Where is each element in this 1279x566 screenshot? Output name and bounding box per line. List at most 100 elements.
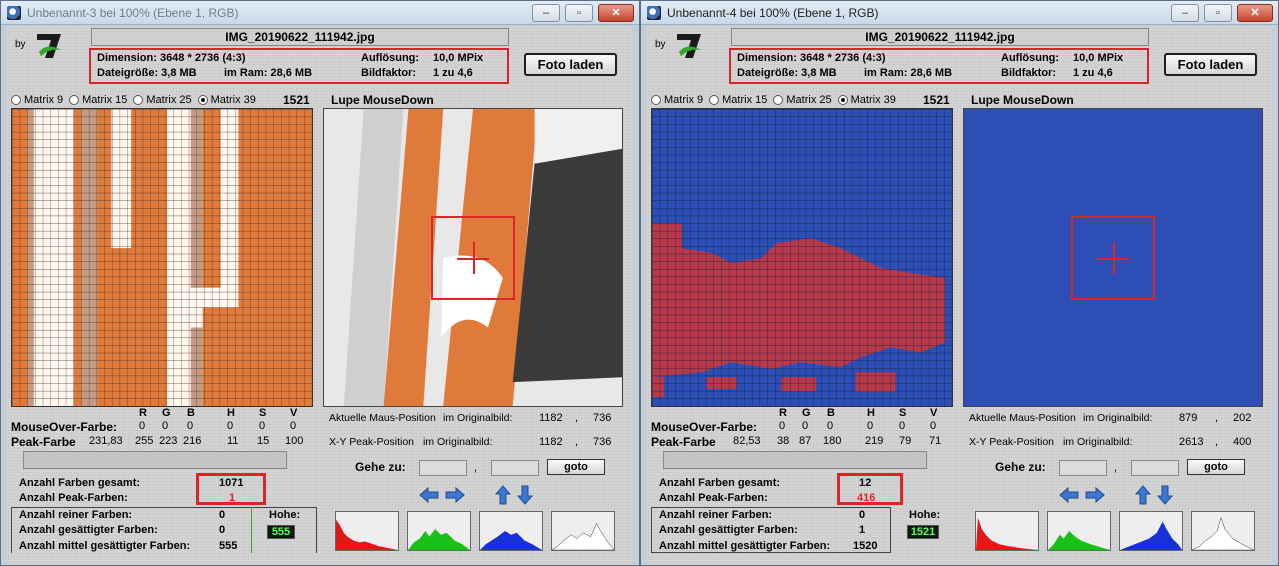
header-h: H [867, 407, 875, 419]
mouse-x: 879 [1179, 412, 1198, 424]
peak-r: 255 [135, 435, 154, 447]
matrix-radio-group: Matrix 9 Matrix 15 Matrix 25 Matrix 39 [651, 94, 896, 106]
dimension-text: Dimension: 3648 * 2736 (4:3) [737, 52, 886, 64]
radio-label: Matrix 25 [146, 94, 192, 106]
radio-matrix-39[interactable]: Matrix 39 [197, 94, 256, 106]
filesize-text: Dateigröße: 3,8 MB [97, 67, 197, 79]
peak-position-label: X-Y Peak-Position [329, 436, 415, 448]
original-label: im Originalbild: [1063, 436, 1133, 448]
medium-colors-label: Anzahl mittel gesättigter Farben: [19, 540, 191, 552]
ram-text: im Ram: 28,6 MB [864, 67, 953, 79]
arrow-left-icon[interactable] [419, 487, 439, 503]
radio-matrix-39[interactable]: Matrix 39 [837, 94, 896, 106]
minimize-button[interactable]: – [532, 4, 560, 22]
arrow-right-icon[interactable] [445, 487, 465, 503]
histogram-luminance [551, 511, 615, 551]
goto-x-input[interactable] [1059, 460, 1107, 476]
header-g: G [162, 407, 171, 419]
goto-button[interactable]: goto [547, 459, 605, 475]
original-label: im Originalbild: [443, 412, 513, 424]
header-h: H [227, 407, 235, 419]
hoehe-value: 555 [267, 525, 295, 539]
goto-label: Gehe zu: [995, 460, 1046, 474]
goto-y-input[interactable] [1131, 460, 1179, 476]
radio-matrix-25[interactable]: Matrix 25 [773, 94, 832, 106]
maximize-button[interactable]: ▫ [565, 4, 593, 22]
header-s: S [899, 407, 907, 419]
mouse-position-label: Aktuelle Maus-Position [969, 412, 1076, 424]
saturated-colors-label: Anzahl gesättigter Farben: [659, 524, 798, 536]
close-button[interactable]: ✕ [598, 4, 634, 22]
maximize-button[interactable]: ▫ [1204, 4, 1232, 22]
total-colors-value: 1071 [219, 477, 244, 489]
title-bar[interactable]: Unbenannt-4 bei 100% (Ebene 1, RGB) – ▫ … [641, 1, 1278, 25]
saturated-colors-value: 0 [219, 524, 226, 536]
title-bar[interactable]: Unbenannt-3 bei 100% (Ebene 1, RGB) – ▫ … [1, 1, 639, 25]
total-colors-label: Anzahl Farben gesamt: [19, 477, 141, 489]
comma: , [1114, 462, 1118, 474]
goto-x-input[interactable] [419, 460, 467, 476]
mouseover-g: 0 [162, 420, 169, 432]
arrow-right-icon[interactable] [1085, 487, 1105, 503]
comma: , [1215, 412, 1219, 424]
peak-y: 400 [1233, 436, 1252, 448]
image-info-box: Dimension: 3648 * 2736 (4:3) Auflösung: … [89, 48, 509, 84]
mouseover-s: 0 [259, 420, 266, 432]
color-matrix-grid[interactable] [11, 108, 313, 407]
arrow-down-icon[interactable] [517, 485, 533, 505]
arrow-up-icon[interactable] [1135, 485, 1151, 505]
peak-x: 2613 [1179, 436, 1204, 448]
peak-v: 71 [929, 435, 942, 447]
close-button[interactable]: ✕ [1237, 4, 1273, 22]
histogram-red [335, 511, 399, 551]
pure-colors-value: 0 [219, 509, 226, 521]
resolution-value: 10,0 MPix [1073, 52, 1124, 64]
comma: , [474, 462, 478, 474]
arrow-up-icon[interactable] [495, 485, 511, 505]
window-left: Unbenannt-3 bei 100% (Ebene 1, RGB) – ▫ … [0, 0, 640, 566]
goto-y-input[interactable] [491, 460, 539, 476]
header-r: R [779, 407, 787, 419]
pure-colors-label: Anzahl reiner Farben: [659, 509, 773, 521]
matrix-count: 1521 [923, 93, 950, 107]
header-b: B [827, 407, 835, 419]
total-colors-label: Anzahl Farben gesamt: [659, 477, 781, 489]
mouseover-r: 0 [139, 420, 146, 432]
original-label: im Originalbild: [1083, 412, 1153, 424]
loupe-crosshair [431, 216, 515, 300]
image-info-box: Dimension: 3648 * 2736 (4:3) Auflösung: … [729, 48, 1149, 84]
goto-button[interactable]: goto [1187, 459, 1245, 475]
radio-icon [133, 95, 144, 105]
radio-matrix-15[interactable]: Matrix 15 [709, 94, 767, 106]
load-photo-button[interactable]: Foto laden [1164, 53, 1257, 76]
by-label: by [15, 39, 26, 50]
radio-icon [709, 95, 720, 105]
histogram-blue [479, 511, 543, 551]
peak-h: 219 [865, 435, 884, 447]
scale-value: 1 zu 4,6 [1073, 67, 1113, 79]
load-photo-button[interactable]: Foto laden [524, 53, 617, 76]
minimize-button[interactable]: – [1171, 4, 1199, 22]
matrix-count: 1521 [283, 93, 310, 107]
logo-icon [677, 34, 701, 58]
radio-matrix-25[interactable]: Matrix 25 [133, 94, 192, 106]
peak-lead-value: 82,53 [733, 435, 761, 447]
mouseover-h: 0 [227, 420, 234, 432]
radio-icon [69, 95, 80, 105]
arrow-left-icon[interactable] [1059, 487, 1079, 503]
goto-label: Gehe zu: [355, 460, 406, 474]
original-label: im Originalbild: [423, 436, 493, 448]
radio-matrix-15[interactable]: Matrix 15 [69, 94, 127, 106]
window-title: Unbenannt-4 bei 100% (Ebene 1, RGB) [667, 6, 879, 20]
radio-matrix-9[interactable]: Matrix 9 [11, 94, 63, 106]
mouseover-label: MouseOver-Farbe: [11, 420, 118, 434]
comma: , [575, 412, 579, 424]
radio-matrix-9[interactable]: Matrix 9 [651, 94, 703, 106]
peak-color-label: Peak-Farbe [11, 435, 76, 449]
arrow-down-icon[interactable] [1157, 485, 1173, 505]
radio-label: Matrix 39 [850, 94, 896, 106]
window-right: Unbenannt-4 bei 100% (Ebene 1, RGB) – ▫ … [640, 0, 1279, 566]
radio-icon [773, 95, 784, 105]
color-matrix-grid[interactable] [651, 108, 953, 407]
medium-colors-value: 555 [219, 540, 238, 552]
